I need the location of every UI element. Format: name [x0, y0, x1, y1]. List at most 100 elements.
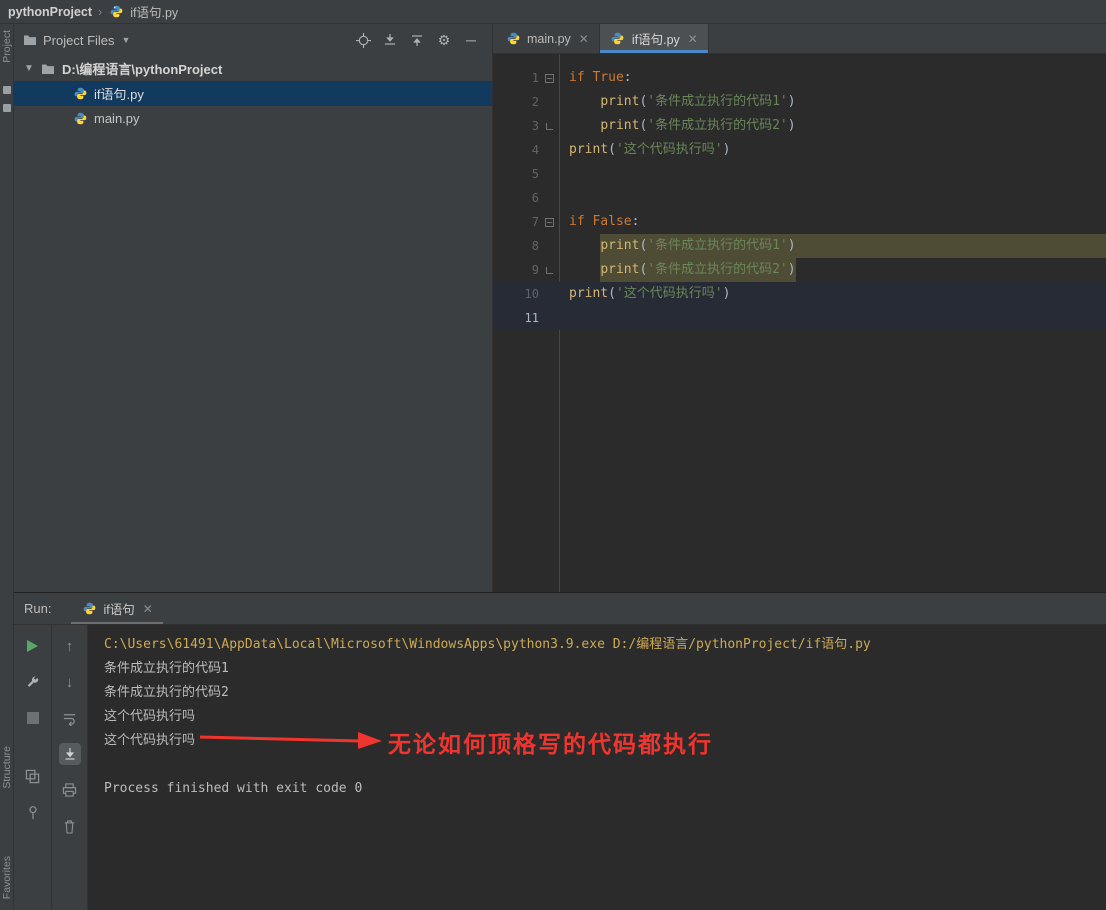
tree-file-row[interactable]: if语句.py: [14, 81, 492, 106]
editor-gutter[interactable]: 9: [493, 258, 559, 282]
editor-gutter[interactable]: 11: [493, 306, 559, 330]
tree-root-row[interactable]: ▼ D:\编程语言\pythonProject: [14, 56, 492, 81]
run-toolbar-left: [14, 625, 52, 910]
print-icon[interactable]: [59, 779, 81, 801]
code-text[interactable]: print('这个代码执行吗'): [559, 138, 1106, 162]
editor-panel: main.py ✕ if语句.py ✕ 1 if True:2 print('条件…: [493, 24, 1106, 592]
breadcrumb-project[interactable]: pythonProject: [8, 5, 92, 19]
code-text[interactable]: print('条件成立执行的代码1'): [559, 90, 1106, 114]
soft-wrap-icon[interactable]: [59, 707, 81, 729]
code-text[interactable]: [559, 186, 1106, 210]
tool-window-mini-icon[interactable]: [3, 104, 11, 112]
code-text[interactable]: if True:: [559, 66, 1106, 90]
code-line-9[interactable]: 9 print('条件成立执行的代码2'): [493, 258, 1106, 282]
fold-end-icon[interactable]: [545, 122, 553, 130]
run-panel-header: Run: if语句 ✕: [14, 593, 1106, 625]
fold-end-icon[interactable]: [545, 266, 553, 274]
project-panel: Project Files ▼ ⚙ ─ ▼ D:\编程语言\pythonProj…: [14, 24, 493, 592]
code-line-7[interactable]: 7 if False:: [493, 210, 1106, 234]
editor-gutter[interactable]: 4: [493, 138, 559, 162]
code-line-8[interactable]: 8 print('条件成立执行的代码1'): [493, 234, 1106, 258]
line-number[interactable]: 6: [499, 186, 539, 210]
code-line-4[interactable]: 4 print('这个代码执行吗'): [493, 138, 1106, 162]
stop-button[interactable]: [22, 707, 44, 729]
locate-file-button[interactable]: [352, 29, 374, 51]
console-area[interactable]: C:\Users\61491\AppData\Local\Microsoft\W…: [88, 625, 1106, 910]
tree-file-label: main.py: [94, 111, 140, 126]
editor-gutter[interactable]: 3: [493, 114, 559, 138]
tool-window-favorites-label[interactable]: Favorites: [1, 856, 13, 899]
code-line-6[interactable]: 6: [493, 186, 1106, 210]
tool-window-project-label[interactable]: Project: [1, 30, 13, 63]
editor-gutter[interactable]: 7: [493, 210, 559, 234]
folder-icon: [22, 32, 38, 48]
restore-layout-icon[interactable]: [22, 765, 44, 787]
code-line-5[interactable]: 5: [493, 162, 1106, 186]
editor-code-area[interactable]: 1 if True:2 print('条件成立执行的代码1') 3 print('条…: [493, 54, 1106, 592]
console-output: C:\Users\61491\AppData\Local\Microsoft\W…: [104, 633, 1106, 801]
line-number[interactable]: 8: [499, 234, 539, 258]
line-number[interactable]: 10: [499, 282, 539, 306]
editor-gutter[interactable]: 5: [493, 162, 559, 186]
run-tab[interactable]: if语句 ✕: [71, 593, 164, 624]
run-toolbar-console: ↑ ↓: [52, 625, 88, 910]
fold-collapse-icon[interactable]: [544, 73, 554, 83]
chevron-down-icon[interactable]: ▼: [122, 35, 131, 45]
line-number[interactable]: 5: [499, 162, 539, 186]
collapse-all-button[interactable]: [379, 29, 401, 51]
fold-collapse-icon[interactable]: [544, 217, 554, 227]
breadcrumb-bar: pythonProject › if语句.py: [0, 0, 1106, 24]
tab-if-statement-py[interactable]: if语句.py ✕: [599, 24, 709, 53]
code-line-11[interactable]: 11: [493, 306, 1106, 330]
hide-panel-button[interactable]: ─: [460, 29, 482, 51]
code-text[interactable]: if False:: [559, 210, 1106, 234]
code-text[interactable]: [559, 162, 1106, 186]
close-icon[interactable]: ✕: [143, 602, 153, 616]
up-stack-trace-icon[interactable]: ↑: [59, 635, 81, 657]
expand-all-button[interactable]: [406, 29, 428, 51]
code-text[interactable]: print('条件成立执行的代码2'): [559, 114, 1106, 138]
pin-tab-icon[interactable]: [22, 801, 44, 823]
line-number[interactable]: 7: [499, 210, 539, 234]
tab-main-py[interactable]: main.py ✕: [495, 24, 600, 53]
tab-label: main.py: [527, 31, 571, 46]
editor-gutter[interactable]: 6: [493, 186, 559, 210]
code-line-3[interactable]: 3 print('条件成立执行的代码2'): [493, 114, 1106, 138]
code-line-2[interactable]: 2 print('条件成立执行的代码1'): [493, 90, 1106, 114]
line-number[interactable]: 11: [499, 306, 539, 330]
breadcrumb-file[interactable]: if语句.py: [130, 2, 178, 21]
editor-gutter[interactable]: 10: [493, 282, 559, 306]
line-number[interactable]: 9: [499, 258, 539, 282]
down-stack-trace-icon[interactable]: ↓: [59, 671, 81, 693]
line-number[interactable]: 4: [499, 138, 539, 162]
close-icon[interactable]: ✕: [579, 32, 589, 46]
code-text[interactable]: print('条件成立执行的代码1'): [559, 234, 1106, 258]
close-icon[interactable]: ✕: [688, 32, 698, 46]
code-text[interactable]: print('这个代码执行吗'): [559, 282, 1106, 306]
editor-gutter[interactable]: 1: [493, 66, 559, 90]
edit-configuration-wrench-icon[interactable]: [22, 671, 44, 693]
editor-gutter[interactable]: 2: [493, 90, 559, 114]
editor-gutter[interactable]: 8: [493, 234, 559, 258]
tab-label: if语句.py: [631, 33, 680, 47]
code-line-1[interactable]: 1 if True:: [493, 66, 1106, 90]
clear-console-trash-icon[interactable]: [59, 815, 81, 837]
code-text[interactable]: print('条件成立执行的代码2'): [559, 258, 1106, 282]
line-number[interactable]: 2: [499, 90, 539, 114]
tool-window-strip: Project Structure Favorites: [0, 24, 14, 910]
settings-gear-icon[interactable]: ⚙: [433, 29, 455, 51]
code-text[interactable]: [559, 306, 1106, 330]
tool-window-structure-label[interactable]: Structure: [1, 746, 13, 789]
python-file-icon: [72, 111, 88, 127]
chevron-expanded-icon[interactable]: ▼: [24, 63, 34, 74]
rerun-button[interactable]: [22, 635, 44, 657]
python-file-icon: [72, 86, 88, 102]
tree-file-row[interactable]: main.py: [14, 106, 492, 131]
scroll-to-end-icon[interactable]: [58, 743, 81, 765]
tree-root-label: D:\编程语言\pythonProject: [62, 62, 223, 77]
line-number[interactable]: 3: [499, 114, 539, 138]
project-view-selector[interactable]: Project Files: [43, 33, 115, 48]
code-line-10[interactable]: 10 print('这个代码执行吗'): [493, 282, 1106, 306]
tool-window-mini-icon[interactable]: [3, 86, 11, 94]
line-number[interactable]: 1: [499, 66, 539, 90]
